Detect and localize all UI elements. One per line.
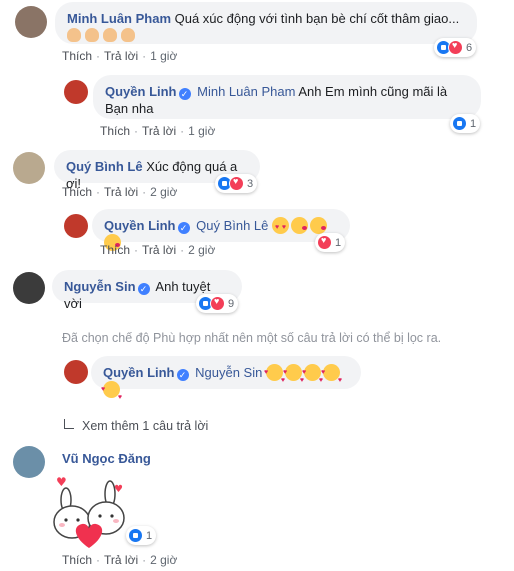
- comment-actions: Thích · Trả lời · 1 giờ: [62, 49, 178, 63]
- reaction-summary[interactable]: 1: [126, 526, 157, 545]
- clap-icon: [85, 28, 99, 42]
- verified-badge-icon: ✓: [176, 369, 189, 381]
- comment-minh-luan-pham: Minh Luân Pham Quá xúc động với tình bạn…: [0, 0, 514, 70]
- reaction-count: 6: [466, 41, 473, 54]
- timestamp[interactable]: 1 giờ: [150, 49, 177, 63]
- reaction-summary[interactable]: 6: [434, 38, 477, 57]
- timestamp[interactable]: 2 giờ: [150, 553, 177, 567]
- like-link[interactable]: Thích: [100, 243, 130, 257]
- smiling-face-with-hearts-emoji-icon: [321, 364, 342, 389]
- clap-emoji-row: [67, 28, 139, 43]
- heart-eyes-emoji-icon: [272, 217, 290, 236]
- kissing-heart-emoji-icon: [291, 217, 309, 234]
- like-reaction-icon: [128, 528, 143, 543]
- reaction-summary[interactable]: 9: [196, 294, 239, 313]
- avatar[interactable]: [13, 446, 45, 478]
- comment-author[interactable]: Minh Luân Pham: [67, 11, 171, 26]
- comment-nguyen-sin: Nguyễn Sin✓ Anh tuyệt vời 9: [0, 268, 514, 318]
- like-link[interactable]: Thích: [62, 185, 92, 199]
- verified-badge-icon: ✓: [178, 88, 191, 100]
- verified-badge-icon: ✓: [177, 222, 190, 234]
- reaction-summary[interactable]: 3: [215, 174, 258, 193]
- clap-icon: [67, 28, 81, 42]
- smiling-face-with-hearts-emoji-icon: [283, 364, 304, 389]
- love-reaction-icon: [210, 296, 225, 311]
- reaction-summary[interactable]: 1: [315, 233, 346, 252]
- comment-bubble: Minh Luân Pham Quá xúc động với tình bạn…: [55, 2, 477, 44]
- smiling-face-with-hearts-emoji-icon: [302, 364, 323, 389]
- reply-quyen-linh-1: Quyền Linh ✓ Minh Luân Pham Anh Em mình c…: [0, 72, 514, 142]
- smiling-face-with-hearts-emoji-icon: [264, 364, 285, 389]
- like-link[interactable]: Thích: [62, 49, 92, 63]
- reply-arrow-icon: [64, 419, 74, 429]
- kissing-heart-emoji-icon: [310, 217, 328, 234]
- view-more-replies[interactable]: Xem thêm 1 câu trả lời: [64, 419, 208, 433]
- reply-quyen-linh-2: Quyền Linh✓ Quý Bình Lê 1 Thích·Trả lời·…: [0, 207, 514, 262]
- comment-author[interactable]: Quý Bình Lê: [66, 159, 143, 174]
- comment-text-line1: Anh Em mình cũng mãi là: [298, 84, 448, 99]
- comment-text: Quá xúc động với tình bạn bè chí cốt thâ…: [174, 11, 460, 26]
- avatar[interactable]: [64, 80, 88, 104]
- comment-actions: Thích · Trả lời · 2 giờ: [100, 243, 216, 257]
- comment-author[interactable]: Nguyễn Sin: [64, 279, 136, 294]
- love-reaction-icon: [229, 176, 244, 191]
- reaction-count: 1: [146, 529, 153, 542]
- reaction-summary[interactable]: 1: [450, 114, 481, 133]
- svg-text:♥: ♥: [56, 475, 67, 489]
- avatar[interactable]: [13, 152, 45, 184]
- reply-link[interactable]: Trả lời: [104, 185, 138, 199]
- mention-link[interactable]: Minh Luân Pham: [197, 84, 295, 99]
- reply-link[interactable]: Trả lời: [104, 553, 138, 567]
- reaction-count: 3: [247, 177, 254, 190]
- clap-icon: [121, 28, 135, 42]
- comment-bubble: Quyền Linh ✓ Nguyễn Sin: [91, 356, 361, 406]
- comment-actions: Thích · Trả lời · 2 giờ: [62, 185, 178, 199]
- comment-quy-binh-le: Quý Bình Lê Xúc động quá a ơi! 3 Thích·T…: [0, 146, 514, 206]
- reaction-count: 1: [335, 236, 342, 249]
- comment-actions: Thích · Trả lời · 2 giờ: [62, 553, 178, 567]
- timestamp[interactable]: 1 giờ: [188, 124, 215, 138]
- verified-badge-icon: ✓: [137, 283, 150, 295]
- comment-author[interactable]: Quyền Linh: [105, 84, 177, 99]
- clap-icon: [103, 28, 117, 42]
- avatar[interactable]: [64, 360, 88, 384]
- love-reaction-icon: [448, 40, 463, 55]
- comment-actions: Thích · Trả lời · 1 giờ: [100, 124, 216, 138]
- comment-author[interactable]: Quyền Linh: [104, 218, 176, 233]
- like-link[interactable]: Thích: [62, 553, 92, 567]
- comment-text-line2: Bạn nha: [105, 101, 154, 116]
- reply-link[interactable]: Trả lời: [104, 49, 138, 63]
- comment-author[interactable]: Vũ Ngọc Đăng: [62, 451, 151, 466]
- reaction-count: 9: [228, 297, 235, 310]
- reply-quyen-linh-3: Quyền Linh ✓ Nguyễn Sin: [0, 354, 514, 406]
- comment-author[interactable]: Quyền Linh: [103, 365, 175, 380]
- timestamp[interactable]: 2 giờ: [188, 243, 215, 257]
- comment-bubble: Quyền Linh ✓ Minh Luân Pham Anh Em mình c…: [93, 75, 481, 119]
- reaction-count: 1: [470, 117, 477, 130]
- avatar[interactable]: [64, 214, 88, 238]
- love-reaction-icon: [317, 235, 332, 250]
- timestamp[interactable]: 2 giờ: [150, 185, 177, 199]
- like-reaction-icon: [452, 116, 467, 131]
- avatar[interactable]: [15, 6, 47, 38]
- reply-link[interactable]: Trả lời: [142, 124, 176, 138]
- comment-vu-ngoc-dang: Vũ Ngọc Đăng ♥ ♥ 1 Thích · Trả lời · 2 giờ: [0, 442, 514, 571]
- mention-link[interactable]: Quý Bình Lê: [196, 218, 268, 233]
- view-more-label[interactable]: Xem thêm 1 câu trả lời: [82, 419, 208, 433]
- comment-bubble: Quyền Linh ✓ Quý Bình Lê: [92, 209, 350, 251]
- smiling-face-with-hearts-emoji-icon: [101, 381, 122, 406]
- mention-link[interactable]: Nguyễn Sin: [195, 365, 262, 380]
- like-link[interactable]: Thích: [100, 124, 130, 138]
- bunny-heart-sticker: ♥ ♥: [53, 475, 125, 548]
- avatar[interactable]: [13, 272, 45, 304]
- filter-notice: Đã chọn chế độ Phù hợp nhất nên một số c…: [62, 331, 442, 345]
- reply-link[interactable]: Trả lời: [142, 243, 176, 257]
